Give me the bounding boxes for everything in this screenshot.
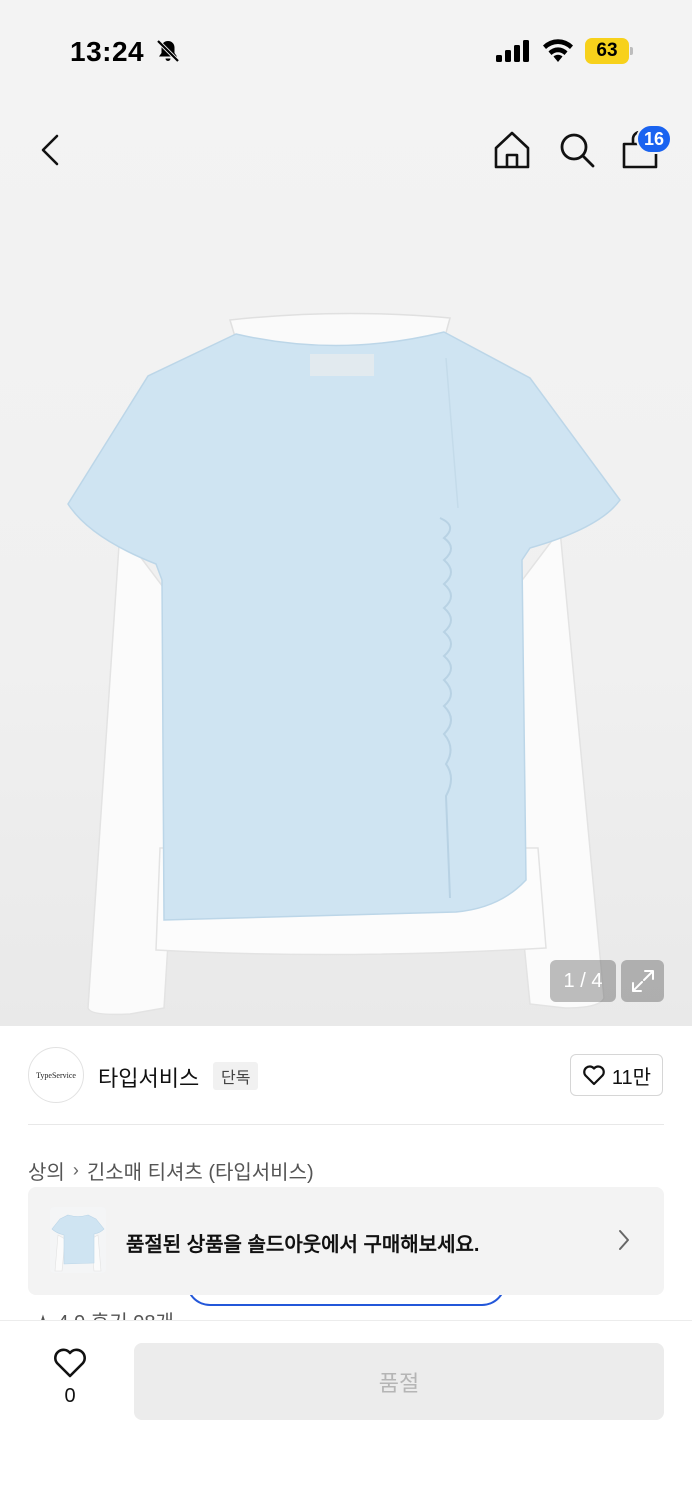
battery-cap xyxy=(630,47,633,55)
banner-message: 품절된 상품을 솔드아웃에서 구매해보세요. xyxy=(126,1234,480,1256)
top-navigation xyxy=(0,100,692,200)
product-image-gallery[interactable]: 16 1 / 4 xyxy=(0,100,692,1026)
wifi-icon xyxy=(543,39,573,62)
wishlist-count: 0 xyxy=(64,1385,76,1407)
chevron-right-icon: › xyxy=(72,1160,79,1180)
heart-icon xyxy=(54,1348,86,1378)
review-summary: ★ 4.9 후기 98개 xyxy=(34,1306,174,1320)
breadcrumb-category[interactable]: 상의 xyxy=(28,1156,65,1185)
search-button[interactable] xyxy=(555,128,599,172)
status-time: 13:24 xyxy=(70,36,145,67)
sold-out-button[interactable]: 품절 xyxy=(134,1343,664,1420)
brand-like-count: 11만 xyxy=(611,1066,652,1089)
battery-percent: 63 xyxy=(596,40,618,61)
product-thumbnail-image xyxy=(50,1207,106,1273)
back-button[interactable] xyxy=(30,128,70,172)
heart-icon xyxy=(583,1065,605,1086)
chevron-right-icon xyxy=(619,1230,629,1250)
breadcrumb-subcategory[interactable]: 긴소매 티셔츠 (타입서비스) xyxy=(87,1156,314,1185)
expand-image-button[interactable] xyxy=(621,960,664,1002)
home-icon xyxy=(494,131,530,169)
battery-indicator: 63 xyxy=(585,38,633,64)
status-bar: 13:24 63 xyxy=(0,0,692,100)
image-page-indicator: 1 / 4 xyxy=(550,960,616,1002)
brand-logo[interactable]: TypeService xyxy=(28,1047,84,1103)
brand-row: TypeService 타입서비스 단독 11만 xyxy=(0,1026,692,1126)
home-button[interactable] xyxy=(490,128,534,172)
wishlist-button[interactable]: 0 xyxy=(44,1347,96,1417)
cart-count-badge: 16 xyxy=(636,124,672,154)
exclusive-tag: 단독 xyxy=(213,1062,259,1090)
brand-like-button[interactable]: 11만 xyxy=(570,1054,663,1096)
breadcrumb: 상의 › 긴소매 티셔츠 (타입서비스) xyxy=(28,1156,314,1185)
brand-logo-text: TypeService xyxy=(36,1070,76,1080)
divider xyxy=(28,1124,664,1125)
brand-name[interactable]: 타입서비스 xyxy=(98,1061,199,1093)
bell-off-icon xyxy=(156,39,180,63)
product-image xyxy=(67,312,621,1016)
bottom-action-bar: 0 품절 xyxy=(0,1320,692,1500)
soldout-banner[interactable]: 품절된 상품을 솔드아웃에서 구매해보세요. xyxy=(28,1187,664,1295)
banner-thumbnail xyxy=(50,1207,106,1273)
expand-icon xyxy=(631,970,654,992)
chevron-left-icon xyxy=(41,134,59,166)
search-icon xyxy=(560,133,595,168)
cellular-signal-icon xyxy=(496,40,529,62)
